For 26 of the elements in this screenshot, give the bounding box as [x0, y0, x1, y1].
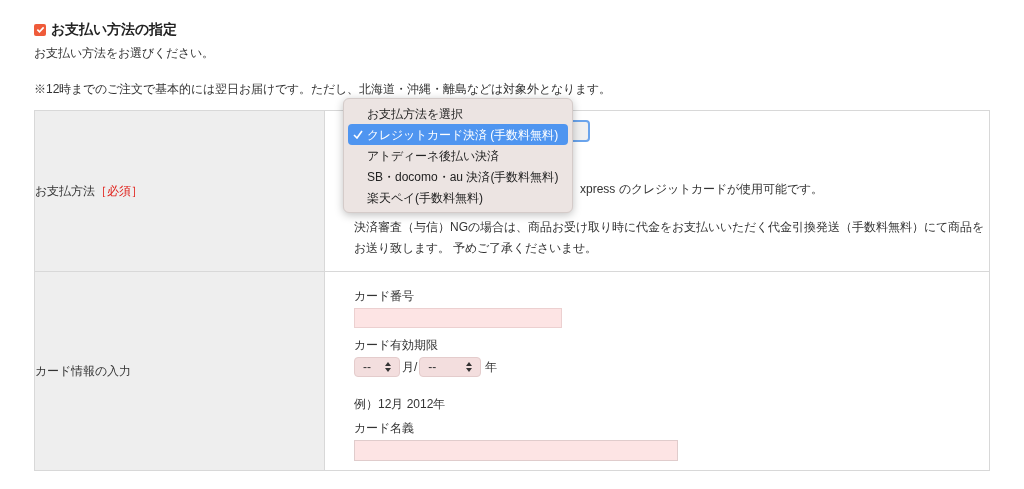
dropdown-option[interactable]: SB・docomo・au 決済(手数料無料): [348, 166, 568, 187]
intro-text: お支払い方法をお選びください。: [33, 45, 215, 62]
row-label: お支払方法: [35, 183, 95, 200]
row-label: カード情報の入力: [35, 363, 131, 380]
delivery-note: ※12時までのご注文で基本的には翌日お届けです。ただし、北海道・沖縄・離島などは対象外となります。: [33, 81, 613, 98]
checkmark-icon: [352, 130, 363, 139]
dropdown-option[interactable]: お支払方法を選択: [348, 103, 568, 124]
dropdown-option[interactable]: 楽天ペイ(手数料無料): [348, 187, 568, 208]
card-number-field[interactable]: [354, 308, 562, 328]
field-label: カード名義: [354, 420, 415, 437]
card-name-field[interactable]: [354, 440, 678, 461]
field-label: カード番号: [354, 288, 415, 305]
screening-note: 決済審査（与信）NGの場合は、商品お受け取り時に代金をお支払いいただく代金引換発送（手数料無料）にて商品をお送り致します。 予めご了承くださいませ。: [354, 219, 984, 257]
stepper-icon: [466, 362, 473, 372]
month-select[interactable]: --: [354, 357, 400, 377]
year-select[interactable]: --: [419, 357, 482, 377]
month-unit: 月/: [402, 359, 418, 376]
checkbox[interactable]: [34, 23, 46, 36]
required-mark: ［必須］: [95, 183, 143, 200]
field-label: カード有効期限: [354, 337, 439, 354]
stepper-icon: [385, 362, 391, 372]
dropdown-option[interactable]: アトディーネ後払い決済: [348, 145, 568, 166]
example-text: 例）12月 2012年: [354, 396, 447, 413]
year-unit: 年: [485, 359, 498, 376]
section-title: お支払い方法の指定: [51, 20, 177, 39]
card-brands-text: xpress のクレジットカードが使用可能です。: [580, 181, 823, 198]
